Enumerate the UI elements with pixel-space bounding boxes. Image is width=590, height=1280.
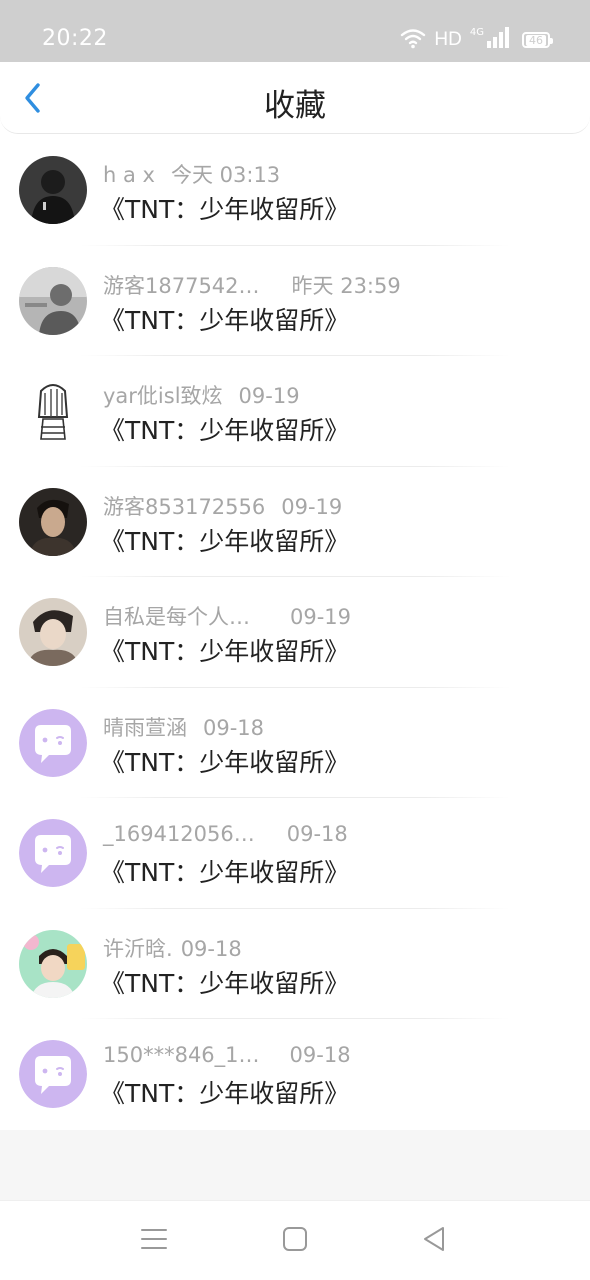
- avatar: [19, 266, 87, 335]
- item-user: 晴雨萱涵: [103, 715, 187, 740]
- item-user: 许沂晗.: [103, 936, 173, 961]
- item-title: 《TNT：少年收留所》: [100, 305, 350, 335]
- system-back-button[interactable]: [418, 1225, 450, 1257]
- list-item[interactable]: 晴雨萱涵 09-18 《TNT：少年收留所》: [0, 688, 590, 798]
- item-title: 《TNT：少年收留所》: [100, 1079, 350, 1108]
- item-meta: 晴雨萱涵 09-18: [103, 712, 264, 742]
- item-time: 今天 03:13: [170, 163, 281, 187]
- avatar: [19, 598, 87, 666]
- item-title: 《TNT：少年收留所》: [100, 195, 350, 224]
- default-avatar: [19, 819, 87, 887]
- item-time: 09-19: [238, 384, 300, 408]
- page-title: 收藏: [264, 88, 326, 124]
- wifi-icon: [400, 27, 426, 53]
- item-user: 150***846_1…: [103, 1043, 260, 1067]
- item-title: 《TNT：少年收留所》: [100, 416, 350, 445]
- menu-button[interactable]: [138, 1225, 170, 1257]
- item-user: 自私是每个人…: [103, 605, 250, 629]
- item-title: 《TNT：少年收留所》: [100, 526, 350, 556]
- list-item[interactable]: 游客853172556 09-19 《TNT：少年收留所》: [0, 467, 590, 577]
- item-user: h a x: [103, 163, 155, 187]
- item-time: 09-18: [286, 822, 348, 846]
- item-time: 09-18: [180, 936, 242, 961]
- status-time: 20:22: [42, 26, 108, 51]
- battery-level: 46: [526, 34, 546, 46]
- status-icons: HD 4G 46: [400, 26, 553, 54]
- item-time: 09-18: [203, 715, 265, 740]
- default-avatar: [19, 1040, 87, 1108]
- status-bar: 20:22 HD 4G 46: [0, 0, 590, 62]
- list-item[interactable]: 游客1877542… 昨天 23:59 《TNT：少年收留所》: [0, 246, 590, 356]
- back-triangle-icon: [421, 1225, 447, 1257]
- item-meta: 自私是每个人… 09-19: [103, 601, 351, 631]
- list-item[interactable]: h a x 今天 03:13 《TNT：少年收留所》: [0, 135, 590, 246]
- item-user: _169412056…: [103, 822, 255, 846]
- network-hd-label: HD: [434, 29, 462, 50]
- item-time: 09-18: [289, 1043, 351, 1067]
- item-title: 《TNT：少年收留所》: [100, 968, 350, 998]
- list-item[interactable]: yar仳isl致炫 09-19 《TNT：少年收留所》: [0, 356, 590, 467]
- item-meta: 游客1877542… 昨天 23:59: [103, 270, 401, 300]
- item-meta: _169412056… 09-18: [103, 822, 348, 846]
- system-nav-bar: [0, 1200, 590, 1280]
- default-avatar: [19, 708, 87, 777]
- list-item[interactable]: 许沂晗. 09-18 《TNT：少年收留所》: [0, 909, 590, 1019]
- item-meta: yar仳isl致炫 09-19: [103, 380, 300, 410]
- list-item[interactable]: 自私是每个人… 09-19 《TNT：少年收留所》: [0, 577, 590, 688]
- item-title: 《TNT：少年收留所》: [100, 637, 350, 666]
- item-meta: h a x 今天 03:13: [103, 159, 280, 189]
- favorites-list: h a x 今天 03:13 《TNT：少年收留所》 游客1877542… 昨天…: [0, 135, 590, 1130]
- item-title: 《TNT：少年收留所》: [100, 858, 350, 887]
- item-time: 09-19: [290, 605, 352, 629]
- item-meta: 游客853172556 09-19: [103, 491, 342, 521]
- home-button[interactable]: [279, 1225, 311, 1257]
- item-title: 《TNT：少年收留所》: [100, 747, 350, 777]
- item-user: yar仳isl致炫: [103, 384, 223, 408]
- list-item[interactable]: 150***846_1… 09-18 《TNT：少年收留所》: [0, 1019, 590, 1130]
- item-user: 游客853172556: [103, 494, 266, 519]
- item-meta: 许沂晗. 09-18: [103, 933, 242, 963]
- signal-icon: [486, 27, 510, 53]
- item-meta: 150***846_1… 09-18: [103, 1043, 351, 1067]
- avatar: [19, 929, 87, 998]
- avatar: [19, 377, 87, 445]
- app-header: 收藏: [0, 62, 590, 134]
- list-footer-area: [0, 1130, 590, 1200]
- item-time: 09-19: [281, 494, 343, 519]
- avatar: [19, 156, 87, 224]
- avatar: [19, 487, 87, 556]
- home-square-icon: [282, 1226, 308, 1256]
- list-item[interactable]: _169412056… 09-18 《TNT：少年收留所》: [0, 798, 590, 909]
- battery-icon: 46: [522, 32, 553, 48]
- item-user: 游客1877542…: [103, 273, 260, 298]
- network-gen-label: 4G: [469, 26, 484, 38]
- item-time: 昨天 23:59: [291, 273, 401, 298]
- menu-icon: [140, 1227, 168, 1255]
